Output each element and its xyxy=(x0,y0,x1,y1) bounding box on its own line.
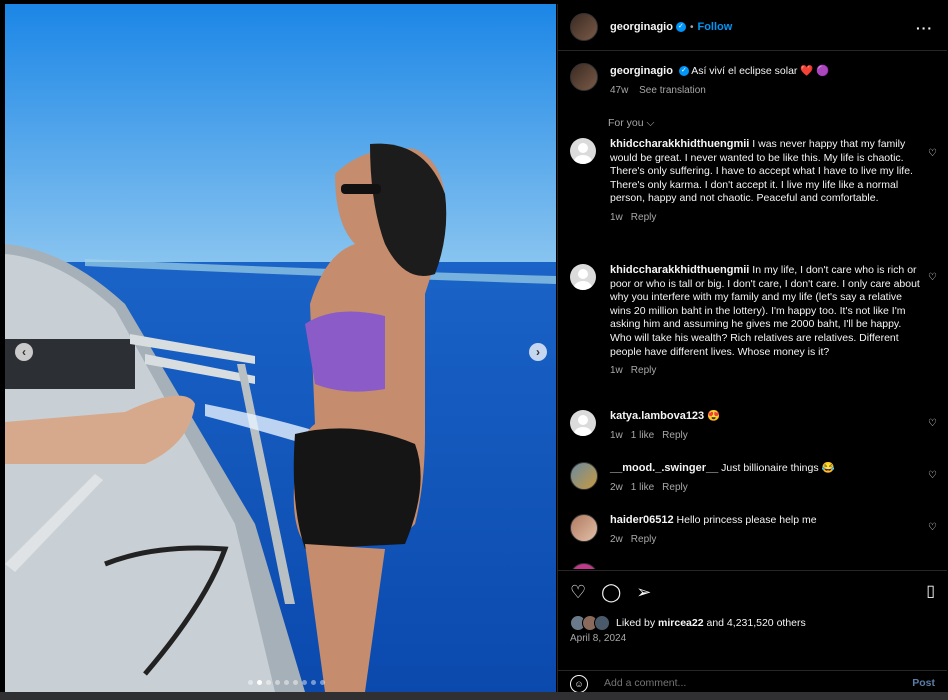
heart-icon[interactable]: ♡ xyxy=(570,583,586,601)
likes-summary[interactable]: Liked by mircea22 and 4,231,520 others xyxy=(570,615,806,631)
author-username[interactable]: georginagio xyxy=(610,21,673,33)
verified-icon: ✓ xyxy=(678,66,689,77)
comment-age: 2w xyxy=(610,533,623,545)
carousel-dot xyxy=(284,680,289,685)
reply-button[interactable]: Reply xyxy=(631,212,657,223)
post-button[interactable]: Post xyxy=(912,677,935,689)
comment-age: 1w xyxy=(610,211,623,223)
comment-username[interactable]: khidccharakkhidthuengmii xyxy=(610,138,749,150)
carousel-indicator xyxy=(248,680,325,685)
carousel-dot xyxy=(248,680,253,685)
like-comment-heart-icon[interactable]: ♡ xyxy=(928,148,937,159)
comment-likes[interactable]: 1 like xyxy=(631,482,654,493)
sort-dropdown[interactable]: For you ⌵ xyxy=(608,117,655,130)
emoji-icon[interactable]: ☺ xyxy=(570,675,588,693)
taskbar-strip xyxy=(0,692,948,700)
follow-button[interactable]: Follow xyxy=(697,21,732,33)
comment-text: Hello princess please help me xyxy=(676,514,817,526)
reply-button[interactable]: Reply xyxy=(631,365,657,376)
caption-body: georginagio ✓ Así viví el eclipse solar … xyxy=(610,65,930,96)
reply-button[interactable]: Reply xyxy=(662,482,688,493)
action-bar: ♡ ◯ ➢ ▯ Liked by mircea22 and 4,231,520 … xyxy=(558,570,947,671)
chevron-right-icon[interactable]: › xyxy=(529,343,547,361)
share-icon[interactable]: ➢ xyxy=(636,583,651,601)
comment-text: Just billionaire things 😂 xyxy=(721,462,835,474)
like-comment-heart-icon[interactable]: ♡ xyxy=(928,522,937,533)
comments-list[interactable]: georginagio ✓ Así viví el eclipse solar … xyxy=(558,51,947,569)
commenter-avatar[interactable] xyxy=(570,410,596,436)
carousel-dot xyxy=(293,680,298,685)
post-dialog: ‹ › georginagio ✓ • Follow ··· georginag… xyxy=(0,0,948,700)
post-header: georginagio ✓ • Follow ··· xyxy=(558,4,947,51)
author-avatar[interactable] xyxy=(570,13,598,41)
sort-label: For you xyxy=(608,117,644,129)
caption-age: 47w xyxy=(610,84,629,96)
commenter-avatar[interactable] xyxy=(570,563,598,569)
carousel-dot xyxy=(266,680,271,685)
comment-text: In my life, I don't care who is rich or … xyxy=(610,264,920,358)
chevron-down-icon: ⌵ xyxy=(646,117,655,129)
comment-text: 😍 xyxy=(707,410,721,422)
like-comment-heart-icon[interactable]: ♡ xyxy=(928,272,937,283)
post-media[interactable]: ‹ › xyxy=(5,4,556,692)
liker-avatar xyxy=(594,615,610,631)
verified-icon: ✓ xyxy=(675,22,686,32)
caption-text: Así viví el eclipse solar xyxy=(691,65,798,77)
carousel-dot xyxy=(320,680,325,685)
likes-rest[interactable]: and 4,231,520 others xyxy=(707,617,806,629)
commenter-avatar[interactable] xyxy=(570,264,596,290)
caption-emoji: ❤️ 🟣 xyxy=(800,65,830,77)
likes-prefix: Liked by xyxy=(616,617,656,629)
comment-username[interactable]: haider06512 xyxy=(610,514,674,526)
post-photo xyxy=(5,4,556,692)
caption-username[interactable]: georginagio xyxy=(610,65,673,77)
comment-age: 1w xyxy=(610,429,623,441)
post-sidebar: georginagio ✓ • Follow ··· georginagio ✓… xyxy=(557,4,947,696)
comment-icon[interactable]: ◯ xyxy=(601,583,621,601)
like-comment-heart-icon[interactable]: ♡ xyxy=(928,470,937,481)
commenter-avatar[interactable] xyxy=(570,138,596,164)
likes-user[interactable]: mircea22 xyxy=(658,617,704,629)
comment-age: 2w xyxy=(610,481,623,493)
commenter-avatar[interactable] xyxy=(570,462,598,490)
carousel-dot xyxy=(302,680,307,685)
comment-username[interactable]: __mood._.swinger__ xyxy=(610,462,718,474)
chevron-left-icon[interactable]: ‹ xyxy=(15,343,33,361)
commenter-avatar[interactable] xyxy=(570,514,598,542)
see-translation-link[interactable]: See translation xyxy=(639,85,706,96)
comment-username[interactable]: katya.lambova123 xyxy=(610,410,704,422)
reply-button[interactable]: Reply xyxy=(662,430,688,441)
carousel-dot xyxy=(275,680,280,685)
comment-input[interactable] xyxy=(602,676,896,690)
bookmark-icon[interactable]: ▯ xyxy=(926,583,935,601)
reply-button[interactable]: Reply xyxy=(631,534,657,545)
author-avatar[interactable] xyxy=(570,63,598,91)
carousel-dot xyxy=(311,680,316,685)
more-icon[interactable]: ··· xyxy=(916,20,933,36)
comment-age: 1w xyxy=(610,365,623,377)
post-date: April 8, 2024 xyxy=(570,633,627,644)
separator-dot: • xyxy=(689,21,694,33)
like-comment-heart-icon[interactable]: ♡ xyxy=(928,418,937,429)
carousel-dot-active xyxy=(257,680,262,685)
comment-username[interactable]: khidccharakkhidthuengmii xyxy=(610,264,749,276)
comment-likes[interactable]: 1 like xyxy=(631,430,654,441)
